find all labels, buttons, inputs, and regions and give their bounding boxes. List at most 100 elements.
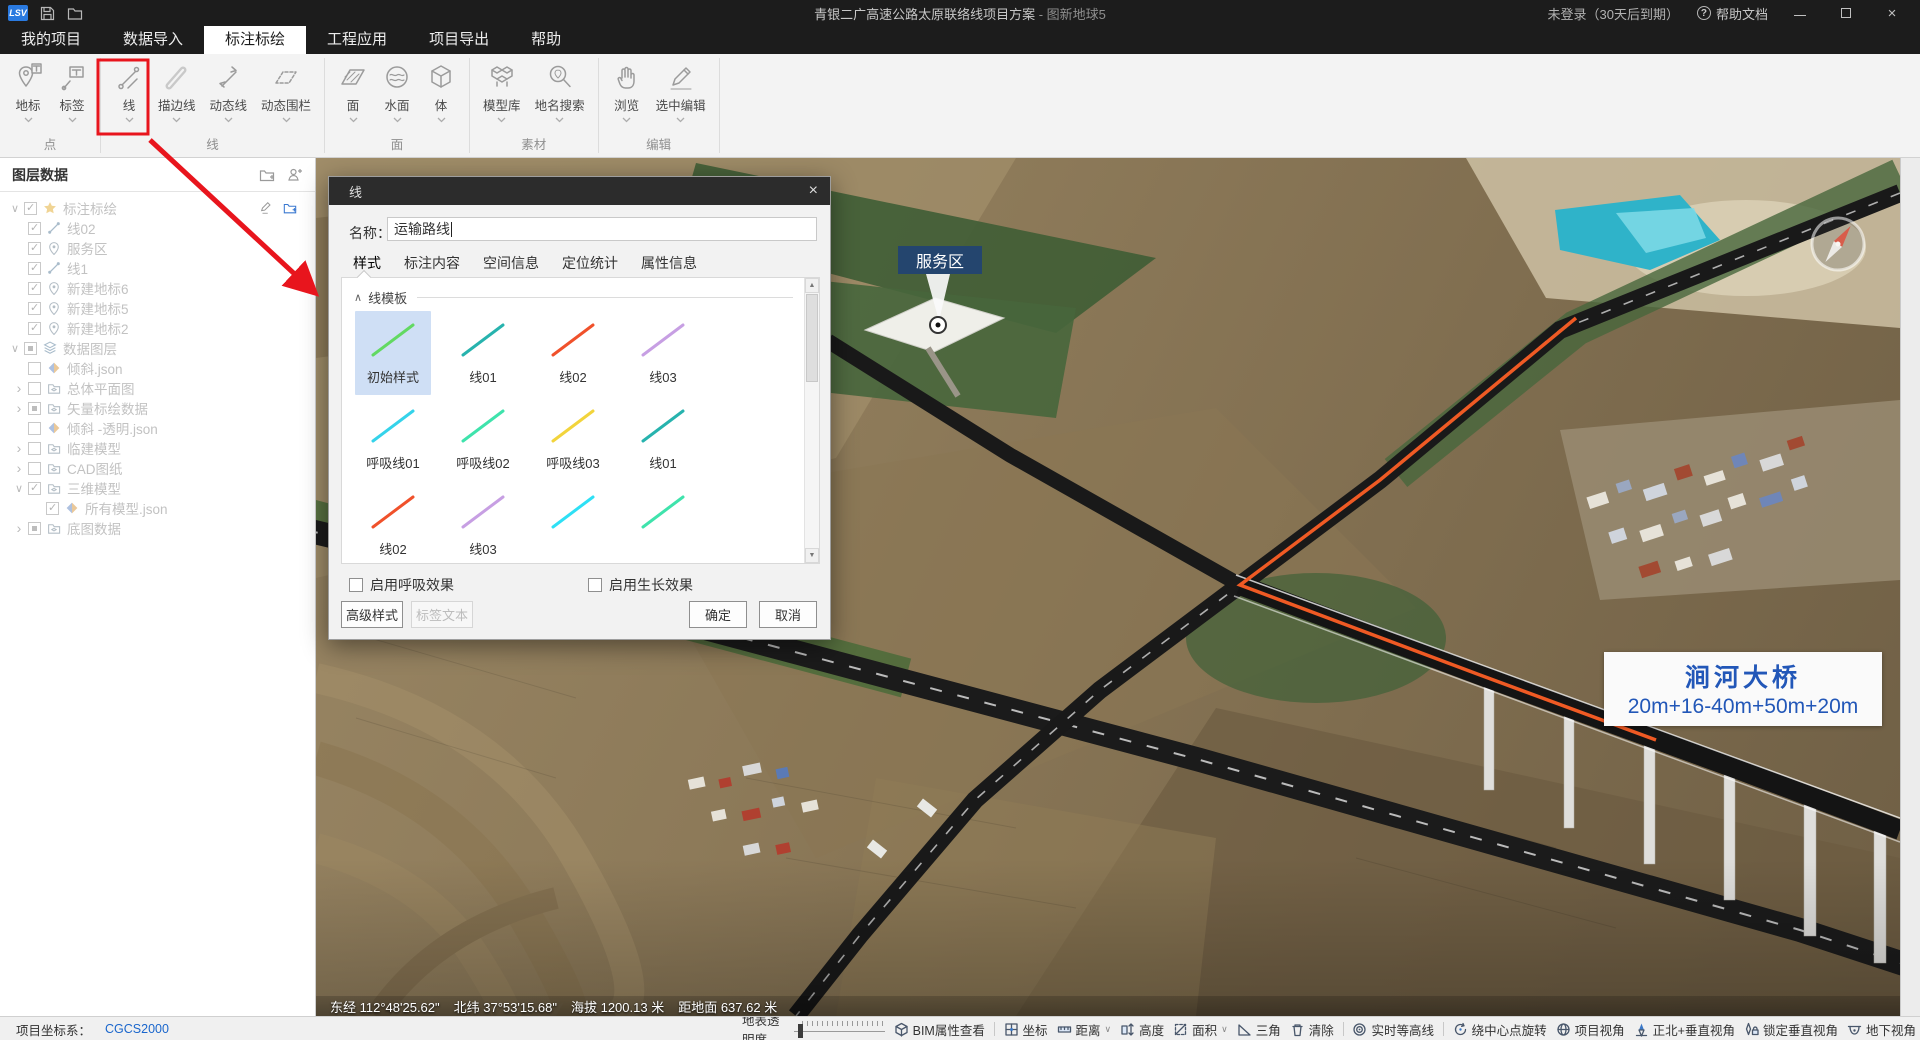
tab-data-import[interactable]: 数据导入 bbox=[102, 26, 204, 54]
chevron-down-icon[interactable] bbox=[1105, 1024, 1112, 1035]
bridge-label[interactable]: 涧河大桥 20m+16-40m+50m+20m bbox=[1604, 652, 1882, 726]
tree-row[interactable]: 倾斜 -透明.json bbox=[0, 418, 315, 438]
help-doc-link[interactable]: 帮助文档 bbox=[1697, 4, 1768, 23]
tab-attribute-info[interactable]: 属性信息 bbox=[641, 253, 697, 273]
north-vertical-view-button[interactable]: 正北+垂直视角 bbox=[1634, 1020, 1735, 1039]
tree-row[interactable]: 临建模型 bbox=[0, 438, 315, 458]
breathing-effect-checkbox[interactable]: 启用呼吸效果 bbox=[349, 575, 454, 595]
maximize-button[interactable] bbox=[1832, 0, 1860, 26]
dialog-close-icon[interactable] bbox=[809, 182, 818, 200]
collapse-section-icon[interactable] bbox=[354, 291, 362, 304]
dialog-title-bar[interactable]: 线 bbox=[329, 177, 830, 205]
line-template[interactable]: 呼吸线03 bbox=[528, 397, 618, 483]
compass[interactable] bbox=[1806, 212, 1870, 276]
line-template[interactable]: 线03 bbox=[618, 311, 708, 397]
browse-button[interactable]: 浏览 bbox=[605, 56, 649, 132]
placemark-button[interactable]: 地标 bbox=[6, 56, 50, 132]
outline-line-button[interactable]: 描边线 bbox=[151, 56, 203, 132]
layer-checkbox[interactable] bbox=[28, 422, 41, 435]
expander-icon[interactable] bbox=[12, 400, 26, 416]
expander-icon[interactable] bbox=[12, 520, 26, 536]
tree-row[interactable]: 线1 bbox=[0, 258, 315, 278]
label-button[interactable]: 标签 bbox=[50, 56, 94, 132]
tree-row-annotation-group[interactable]: 标注标绘 bbox=[0, 198, 315, 218]
slider-handle[interactable] bbox=[798, 1024, 803, 1038]
template-scrollbar[interactable] bbox=[804, 278, 819, 563]
open-folder-icon[interactable] bbox=[67, 6, 83, 21]
tab-project-export[interactable]: 项目导出 bbox=[408, 26, 510, 54]
layer-checkbox[interactable] bbox=[28, 242, 41, 255]
triangle-tool-button[interactable]: 三角 bbox=[1237, 1020, 1281, 1039]
layer-checkbox[interactable] bbox=[28, 382, 41, 395]
cancel-button[interactable]: 取消 bbox=[759, 601, 817, 628]
tab-engineering[interactable]: 工程应用 bbox=[306, 26, 408, 54]
expander-icon[interactable] bbox=[8, 202, 22, 215]
share-layer-icon[interactable] bbox=[287, 167, 303, 183]
tree-row[interactable]: 倾斜.json bbox=[0, 358, 315, 378]
select-edit-button[interactable]: 选中编辑 bbox=[649, 56, 713, 132]
line-template[interactable]: 呼吸线02 bbox=[438, 397, 528, 483]
line-template[interactable]: 线02 bbox=[348, 483, 438, 564]
height-tool-button[interactable]: 高度 bbox=[1120, 1020, 1164, 1039]
tab-annotation-content[interactable]: 标注内容 bbox=[404, 253, 460, 273]
tree-row[interactable]: 线02 bbox=[0, 218, 315, 238]
tree-row[interactable]: 新建地标5 bbox=[0, 298, 315, 318]
line-template[interactable]: 线02 bbox=[528, 311, 618, 397]
tab-style[interactable]: 样式 bbox=[353, 253, 381, 273]
coordinate-tool-button[interactable]: 坐标 bbox=[1004, 1020, 1048, 1039]
layer-checkbox[interactable] bbox=[28, 222, 41, 235]
minimize-button[interactable] bbox=[1786, 0, 1814, 26]
line-template[interactable] bbox=[618, 483, 708, 564]
tree-row-data-layers-group[interactable]: 数据图层 bbox=[0, 338, 315, 358]
expander-icon[interactable] bbox=[12, 380, 26, 396]
close-button[interactable] bbox=[1878, 0, 1906, 26]
layer-checkbox[interactable] bbox=[24, 202, 37, 215]
expander-icon[interactable] bbox=[12, 460, 26, 476]
line-template[interactable] bbox=[528, 483, 618, 564]
add-folder-icon[interactable] bbox=[259, 167, 275, 183]
tree-row[interactable]: 新建地标2 bbox=[0, 318, 315, 338]
tab-position-stats[interactable]: 定位统计 bbox=[562, 253, 618, 273]
place-search-button[interactable]: 地名搜索 bbox=[528, 56, 592, 132]
dynamic-line-button[interactable]: 动态线 bbox=[203, 56, 255, 132]
scroll-up-icon[interactable] bbox=[805, 278, 819, 293]
save-icon[interactable] bbox=[40, 6, 55, 21]
line-template-initial[interactable]: 初始样式 bbox=[348, 311, 438, 397]
area-tool-button[interactable]: 面积 bbox=[1173, 1020, 1228, 1039]
crs-value-link[interactable]: CGCS2000 bbox=[105, 1022, 169, 1036]
layer-checkbox[interactable] bbox=[28, 362, 41, 375]
dynamic-fence-button[interactable]: 动态围栏 bbox=[254, 56, 318, 132]
service-area-marker[interactable] bbox=[930, 317, 946, 333]
model-library-button[interactable]: 模型库 bbox=[476, 56, 528, 132]
growth-effect-checkbox[interactable]: 启用生长效果 bbox=[588, 575, 693, 595]
layer-checkbox[interactable] bbox=[46, 502, 59, 515]
expander-icon[interactable] bbox=[12, 482, 26, 495]
name-input[interactable]: 运输路线 bbox=[387, 217, 817, 241]
bim-attribute-button[interactable]: BIM属性查看 bbox=[894, 1020, 985, 1039]
tab-help[interactable]: 帮助 bbox=[510, 26, 582, 54]
distance-tool-button[interactable]: 距离 bbox=[1057, 1020, 1112, 1039]
layer-checkbox[interactable] bbox=[28, 442, 41, 455]
tree-row[interactable]: 所有模型.json bbox=[0, 498, 315, 518]
water-surface-button[interactable]: 水面 bbox=[375, 56, 419, 132]
tree-row[interactable]: 总体平面图 bbox=[0, 378, 315, 398]
layer-checkbox[interactable] bbox=[24, 342, 37, 355]
advanced-style-button[interactable]: 高级样式 bbox=[341, 601, 403, 628]
layer-checkbox[interactable] bbox=[28, 482, 41, 495]
layer-checkbox[interactable] bbox=[28, 462, 41, 475]
clear-button[interactable]: 清除 bbox=[1290, 1020, 1334, 1039]
layer-checkbox[interactable] bbox=[28, 402, 41, 415]
underground-view-button[interactable]: 地下视角 bbox=[1847, 1020, 1916, 1039]
scroll-down-icon[interactable] bbox=[805, 548, 819, 563]
tree-row[interactable]: 服务区 bbox=[0, 238, 315, 258]
layer-checkbox[interactable] bbox=[28, 322, 41, 335]
volume-button[interactable]: 体 bbox=[419, 56, 463, 132]
layer-checkbox[interactable] bbox=[28, 282, 41, 295]
lock-vertical-view-button[interactable]: 锁定垂直视角 bbox=[1744, 1020, 1838, 1039]
rotate-around-center-button[interactable]: 绕中心点旋转 bbox=[1453, 1020, 1547, 1039]
surface-transparency-slider[interactable] bbox=[794, 1020, 885, 1038]
tab-my-project[interactable]: 我的项目 bbox=[0, 26, 102, 54]
tab-annotation[interactable]: 标注标绘 bbox=[204, 26, 306, 54]
layer-checkbox[interactable] bbox=[28, 262, 41, 275]
tree-row[interactable]: 新建地标6 bbox=[0, 278, 315, 298]
